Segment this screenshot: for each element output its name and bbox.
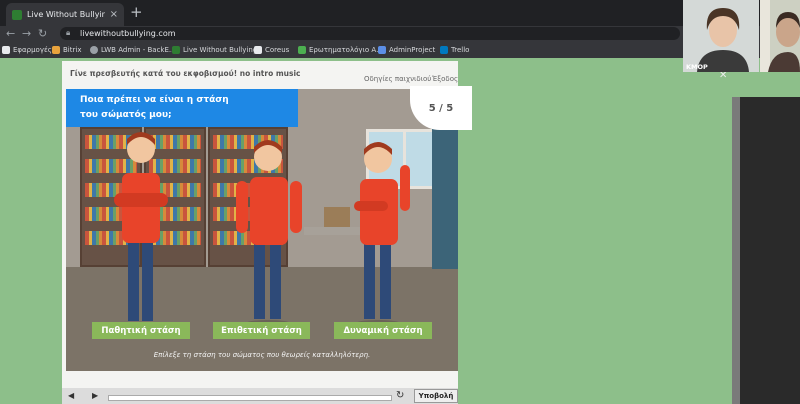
coreus-icon — [254, 46, 262, 54]
question-line: Ποια πρέπει να είναι η στάση — [80, 95, 229, 105]
bookmark-label: AdminProject — [389, 46, 436, 54]
game-title: Γίνε πρεσβευτής κατά του εκφοβισμού! no … — [70, 69, 301, 78]
exit-link[interactable]: Έξοδος — [432, 75, 458, 83]
bookmark-questionnaire[interactable]: Ερωτηματολόγιο Α... — [298, 44, 383, 56]
reload-icon[interactable]: ↻ — [38, 27, 47, 40]
option-aggressive-button[interactable]: Επιθετική στάση — [213, 322, 310, 339]
tab-title: Live Without Bullying — [27, 10, 105, 19]
door — [432, 129, 458, 269]
participant-video — [683, 0, 759, 72]
side-panel — [740, 97, 800, 404]
bookmark-trello[interactable]: Trello — [440, 44, 469, 56]
browser-tab[interactable]: Live Without Bullying × — [6, 3, 124, 26]
site-favicon-icon — [172, 46, 180, 54]
lock-icon[interactable]: 🔒︎ — [66, 28, 74, 38]
participant-video — [760, 0, 800, 72]
bookmark-bitrix[interactable]: Bitrix — [52, 44, 81, 56]
bookmark-label: Bitrix — [63, 46, 82, 54]
bookmark-live-without-bullying[interactable]: Live Without Bullying — [172, 44, 257, 56]
bookmark-label: Coreus — [265, 46, 290, 54]
forward-arrow-icon[interactable]: → — [22, 27, 31, 40]
counter-text: 5 / 5 — [428, 102, 454, 114]
new-tab-button[interactable]: + — [130, 5, 143, 20]
play-icon[interactable]: ▶ — [92, 391, 102, 401]
video-tile-participant — [683, 0, 759, 72]
assertive-character — [354, 142, 410, 326]
video-tile-participant — [760, 0, 800, 72]
globe-icon — [90, 46, 98, 54]
url-text: livewithoutbullying.com — [80, 29, 176, 38]
bookmark-lwb-admin[interactable]: LWB Admin - BackE... — [90, 44, 176, 56]
close-tab-icon[interactable]: × — [110, 9, 118, 20]
back-arrow-icon[interactable]: ← — [6, 27, 15, 40]
instruction-text: Επίλεξε τη στάση του σώματος που θεωρείς… — [153, 351, 371, 359]
site-favicon-icon — [12, 9, 22, 20]
question-text: Ποια πρέπει να είναι η στάση του σώματός… — [80, 93, 280, 123]
bookmark-label: Εφαρμογές — [13, 46, 52, 54]
adminproject-icon — [378, 46, 386, 54]
bookmark-label: Trello — [451, 46, 470, 54]
game-guide-link[interactable]: Οδηγίες παιχνιδιού — [364, 75, 431, 83]
option-passive-button[interactable]: Παθητική στάση — [92, 322, 190, 339]
question-line: του σώματός μου; — [80, 110, 172, 120]
bookmark-label: Live Without Bullying — [183, 46, 258, 54]
progress-bar[interactable] — [108, 395, 392, 401]
bitrix-icon — [52, 46, 60, 54]
option-assertive-button[interactable]: Δυναμική στάση — [334, 322, 432, 339]
page-scrollbar[interactable] — [732, 97, 740, 404]
aggressive-character — [236, 140, 302, 326]
restart-icon[interactable]: ↻ — [396, 390, 408, 402]
forms-icon — [298, 46, 306, 54]
submit-button[interactable]: Υποβολή — [414, 389, 458, 403]
bookmark-label: LWB Admin - BackE... — [101, 46, 176, 54]
bookmark-apps[interactable]: Εφαρμογές — [2, 44, 52, 56]
bookmark-adminproject[interactable]: AdminProject — [378, 44, 435, 56]
trello-icon — [440, 46, 448, 54]
apps-grid-icon — [2, 46, 10, 54]
passive-character — [114, 132, 168, 327]
bookmark-coreus[interactable]: Coreus — [254, 44, 289, 56]
volume-icon[interactable]: ◀ — [68, 391, 78, 401]
bookmark-label: Ερωτηματολόγιο Α... — [309, 46, 383, 54]
participant-name-label: KMOP — [686, 63, 708, 71]
